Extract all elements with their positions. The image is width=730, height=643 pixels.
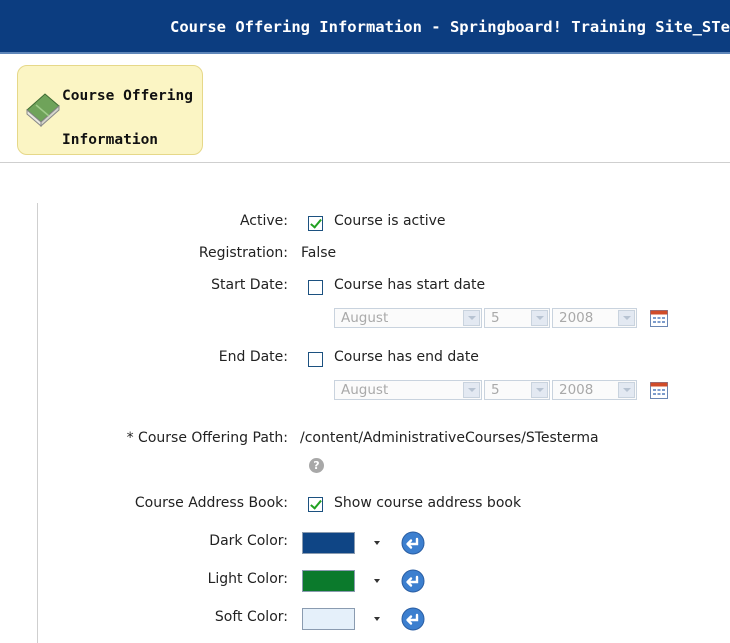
reset-arrow-icon[interactable] bbox=[401, 607, 425, 631]
chevron-down-icon bbox=[618, 382, 635, 398]
end-month-select[interactable]: August bbox=[334, 380, 482, 400]
window-title: Course Offering Information - Springboar… bbox=[170, 18, 730, 36]
end-year-select[interactable]: 2008 bbox=[552, 380, 637, 400]
end-month-value: August bbox=[341, 382, 389, 398]
end-year-value: 2008 bbox=[559, 382, 594, 398]
active-checkbox[interactable] bbox=[308, 216, 323, 231]
soft-color-swatch[interactable] bbox=[302, 608, 355, 630]
tab-strip: Course Offering Information bbox=[0, 56, 730, 163]
help-icon[interactable]: ? bbox=[309, 458, 324, 473]
registration-value: False bbox=[301, 245, 337, 261]
start-month-value: August bbox=[341, 310, 389, 326]
reset-arrow-icon[interactable] bbox=[401, 531, 425, 555]
active-checkbox-label[interactable]: Course is active bbox=[334, 213, 446, 229]
chevron-down-icon bbox=[463, 382, 480, 398]
chevron-down-icon bbox=[531, 310, 548, 326]
chevron-down-icon bbox=[618, 310, 635, 326]
start-day-select[interactable]: 5 bbox=[484, 308, 550, 328]
light-color-dropdown-icon[interactable] bbox=[374, 579, 380, 583]
end-day-select[interactable]: 5 bbox=[484, 380, 550, 400]
tab-label: Course Offering Information bbox=[62, 88, 193, 148]
start-date-checkbox[interactable] bbox=[308, 280, 323, 295]
end-date-checkbox-label[interactable]: Course has end date bbox=[334, 349, 479, 365]
window-title-bar: Course Offering Information - Springboar… bbox=[0, 0, 730, 54]
registration-label: Registration: bbox=[198, 245, 288, 261]
end-day-value: 5 bbox=[491, 382, 500, 398]
end-date-checkbox[interactable] bbox=[308, 352, 323, 367]
light-color-swatch[interactable] bbox=[302, 570, 355, 592]
start-year-value: 2008 bbox=[559, 310, 594, 326]
reset-arrow-icon[interactable] bbox=[401, 569, 425, 593]
address-book-checkbox[interactable] bbox=[308, 497, 323, 512]
start-day-value: 5 bbox=[491, 310, 500, 326]
address-book-checkbox-label[interactable]: Show course address book bbox=[334, 495, 521, 511]
dark-color-dropdown-icon[interactable] bbox=[374, 541, 380, 545]
soft-color-label: Soft Color: bbox=[214, 609, 288, 625]
course-offering-path-value: /content/AdministrativeCourses/STesterma bbox=[300, 430, 599, 446]
book-icon bbox=[26, 93, 60, 128]
start-date-label: Start Date: bbox=[211, 277, 288, 293]
soft-color-dropdown-icon[interactable] bbox=[374, 617, 380, 621]
start-year-select[interactable]: 2008 bbox=[552, 308, 637, 328]
active-label: Active: bbox=[239, 213, 288, 229]
tab-course-offering-information[interactable]: Course Offering Information bbox=[17, 65, 203, 155]
course-offering-path-label: * Course Offering Path: bbox=[126, 430, 288, 446]
start-month-select[interactable]: August bbox=[334, 308, 482, 328]
dark-color-swatch[interactable] bbox=[302, 532, 355, 554]
form-left-border bbox=[37, 203, 38, 643]
end-date-label: End Date: bbox=[218, 349, 288, 365]
course-address-book-label: Course Address Book: bbox=[134, 495, 288, 511]
calendar-icon[interactable] bbox=[650, 310, 668, 327]
calendar-icon[interactable] bbox=[650, 382, 668, 399]
start-date-checkbox-label[interactable]: Course has start date bbox=[334, 277, 485, 293]
chevron-down-icon bbox=[463, 310, 480, 326]
dark-color-label: Dark Color: bbox=[209, 533, 288, 549]
light-color-label: Light Color: bbox=[207, 571, 288, 587]
chevron-down-icon bbox=[531, 382, 548, 398]
